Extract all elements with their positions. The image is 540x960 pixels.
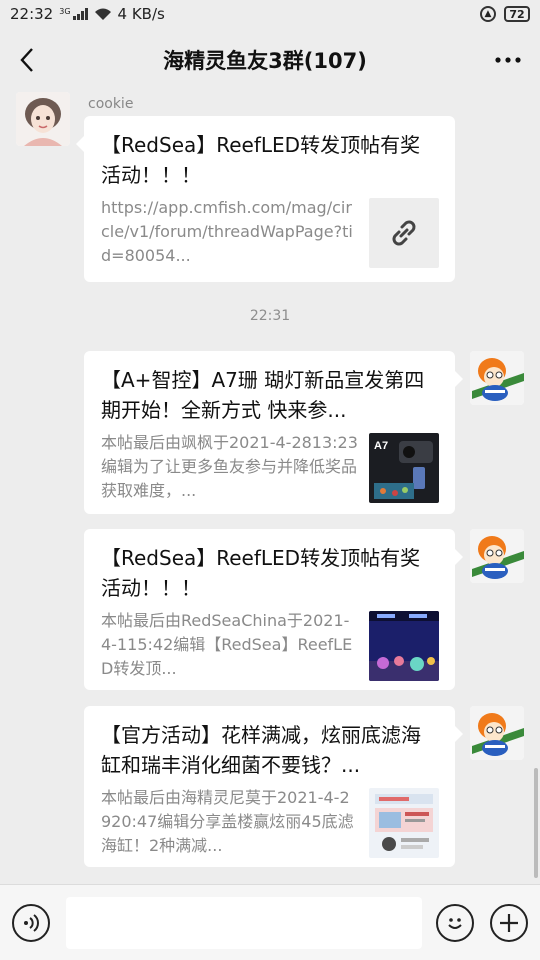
chat-title: 海精灵鱼友3群(107) [163, 49, 367, 73]
card-title: 【RedSea】ReefLED转发顶帖有奖活动！！！ [101, 546, 421, 600]
chat-header: 海精灵鱼友3群(107) [0, 28, 540, 92]
clock: 22:32 [10, 5, 54, 23]
product-image-icon: A7 [369, 433, 439, 503]
back-arrow-icon [20, 48, 33, 72]
aquarium-image-icon [369, 611, 439, 681]
link-icon [392, 220, 416, 246]
input-bar [0, 884, 540, 960]
more-functions-button[interactable] [490, 903, 528, 942]
battery-level: 72 [509, 7, 525, 21]
time-divider: 22:31 [249, 308, 291, 324]
shared-link-card[interactable]: 【官方活动】花样满减，炫丽底滤海缸和瑞丰消化细菌不要钱？... 本帖最后由海精灵… [84, 706, 463, 867]
card-description: 本帖最后由飒枫于2021-4-2813:23编辑为了让更多鱼友参与并降低奖品获取… [101, 433, 358, 500]
card-description: 本帖最后由海精灵尼莫于2021-4-2920:47编辑分享盖楼赢炫丽45底滤海缸… [101, 788, 354, 855]
avatar-self[interactable] [470, 351, 524, 405]
card-title: 【RedSea】ReefLED转发顶帖有奖活动！！！ [101, 133, 421, 187]
avatar-self[interactable] [470, 706, 524, 760]
more-options-button[interactable] [476, 28, 540, 92]
shared-link-card[interactable]: 【RedSea】ReefLED转发顶帖有奖活动！！！ 本帖最后由RedSeaCh… [84, 529, 463, 690]
cartoon-avatar-icon [470, 351, 524, 405]
emoji-button[interactable] [436, 903, 474, 942]
more-dots-icon [495, 57, 521, 63]
rotation-lock-icon: ▲ [480, 6, 496, 22]
card-description: 本帖最后由RedSeaChina于2021-4-115:42编辑【RedSea】… [101, 611, 353, 678]
cartoon-avatar-icon [470, 529, 524, 583]
card-description: https://app.cmfish.com/mag/circle/v1/for… [101, 198, 353, 265]
avatar-cookie[interactable] [16, 92, 70, 146]
wifi-icon [94, 8, 111, 20]
network-speed: 4 KB/s [117, 5, 165, 23]
plus-icon [500, 913, 518, 932]
girl-avatar-icon [16, 92, 70, 146]
status-bar: 22:32 3G 4 KB/s ▲ 72 [0, 0, 540, 28]
promo-image-icon [369, 788, 439, 858]
thumb-label: A7 [374, 440, 388, 452]
battery-icon: 72 [504, 6, 530, 22]
cartoon-avatar-icon [470, 706, 524, 760]
voice-icon [24, 913, 39, 932]
shared-link-card[interactable]: 【A+智控】A7珊 瑚灯新品宣发第四期开始！全新方式 快来参... 本帖最后由飒… [84, 351, 463, 514]
scrollbar[interactable] [534, 768, 538, 878]
card-thumbnail [369, 198, 439, 268]
card-thumbnail [369, 788, 439, 858]
message-input[interactable] [66, 896, 422, 949]
emoji-icon [448, 917, 462, 929]
card-thumbnail [369, 611, 439, 681]
voice-input-button[interactable] [12, 903, 50, 942]
card-title: 【官方活动】花样满减，炫丽底滤海缸和瑞丰消化细菌不要钱？... [101, 723, 421, 777]
sender-name: cookie [88, 96, 134, 112]
shared-link-card[interactable]: 【RedSea】ReefLED转发顶帖有奖活动！！！ https://app.c… [76, 116, 455, 282]
card-thumbnail: A7 [369, 433, 439, 503]
cell-signal-icon: 3G [59, 7, 88, 20]
back-button[interactable] [0, 28, 54, 92]
card-title: 【A+智控】A7珊 瑚灯新品宣发第四期开始！全新方式 快来参... [101, 368, 425, 422]
avatar-self[interactable] [470, 529, 524, 583]
network-type: 3G [59, 7, 71, 16]
